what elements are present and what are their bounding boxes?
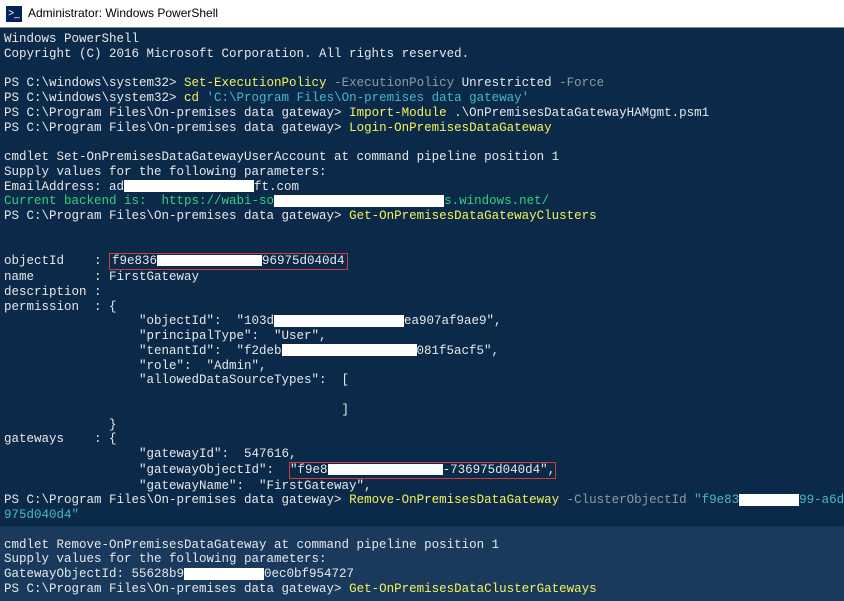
- pipeline1-email: EmailAddress: adft.com: [4, 180, 840, 195]
- output-gateway-name: "gatewayName": "FirstGateway",: [4, 479, 840, 494]
- pipeline2-line1: cmdlet Remove-OnPremisesDataGateway at c…: [4, 538, 840, 553]
- output-perm-principaltype: "principalType": "User",: [4, 329, 840, 344]
- output-gateways-open: gateways : {: [4, 432, 840, 447]
- cmd-get-cluster-gateways: PS C:\Program Files\On-premises data gat…: [4, 582, 840, 597]
- output-perm-objectid: "objectId": "103dea907af9ae9",: [4, 314, 840, 329]
- cmd-remove-gateway-cont: 975d040d4": [4, 508, 840, 523]
- output-perm-allowed: "allowedDataSourceTypes": [: [4, 373, 840, 388]
- cmd-set-execution-policy: PS C:\windows\system32> Set-ExecutionPol…: [4, 76, 840, 91]
- output-gateway-id: "gatewayId": 547616,: [4, 447, 840, 462]
- cmd-login: PS C:\Program Files\On-premises data gat…: [4, 121, 840, 136]
- pipeline2-gatewayobjectid: GatewayObjectId: 55628b90ec0bf954727: [4, 567, 840, 582]
- terminal[interactable]: Windows PowerShell Copyright (C) 2016 Mi…: [0, 28, 844, 601]
- window-titlebar[interactable]: >_ Administrator: Windows PowerShell: [0, 0, 844, 28]
- output-description: description :: [4, 285, 840, 300]
- cmd-import-module: PS C:\Program Files\On-premises data gat…: [4, 106, 840, 121]
- output-perm-role: "role": "Admin",: [4, 359, 840, 374]
- cmd-cd: PS C:\windows\system32> cd 'C:\Program F…: [4, 91, 840, 106]
- output-perm-close-brace: }: [4, 418, 840, 433]
- backend-line: Current backend is: https://wabi-sos.win…: [4, 194, 840, 209]
- cmd-remove-gateway: PS C:\Program Files\On-premises data gat…: [4, 493, 840, 508]
- window-title: Administrator: Windows PowerShell: [28, 6, 218, 20]
- pipeline2-line2: Supply values for the following paramete…: [4, 552, 840, 567]
- cmd-get-clusters: PS C:\Program Files\On-premises data gat…: [4, 209, 840, 224]
- output-permission-open: permission : {: [4, 300, 840, 315]
- header-line-2: Copyright (C) 2016 Microsoft Corporation…: [4, 47, 840, 62]
- pipeline1-line2: Supply values for the following paramete…: [4, 165, 840, 180]
- powershell-icon: >_: [6, 6, 22, 22]
- output-perm-tenantid: "tenantId": "f2deb081f5acf5",: [4, 344, 840, 359]
- output-objectid: objectId : f9e83696975d040d4: [4, 253, 840, 270]
- header-line-1: Windows PowerShell: [4, 32, 840, 47]
- pipeline1-line1: cmdlet Set-OnPremisesDataGatewayUserAcco…: [4, 150, 840, 165]
- output-perm-close-bracket: ]: [4, 403, 840, 418]
- output-name: name : FirstGateway: [4, 270, 840, 285]
- output-gateway-objectid: "gatewayObjectId": "f9e8-736975d040d4",: [4, 462, 840, 479]
